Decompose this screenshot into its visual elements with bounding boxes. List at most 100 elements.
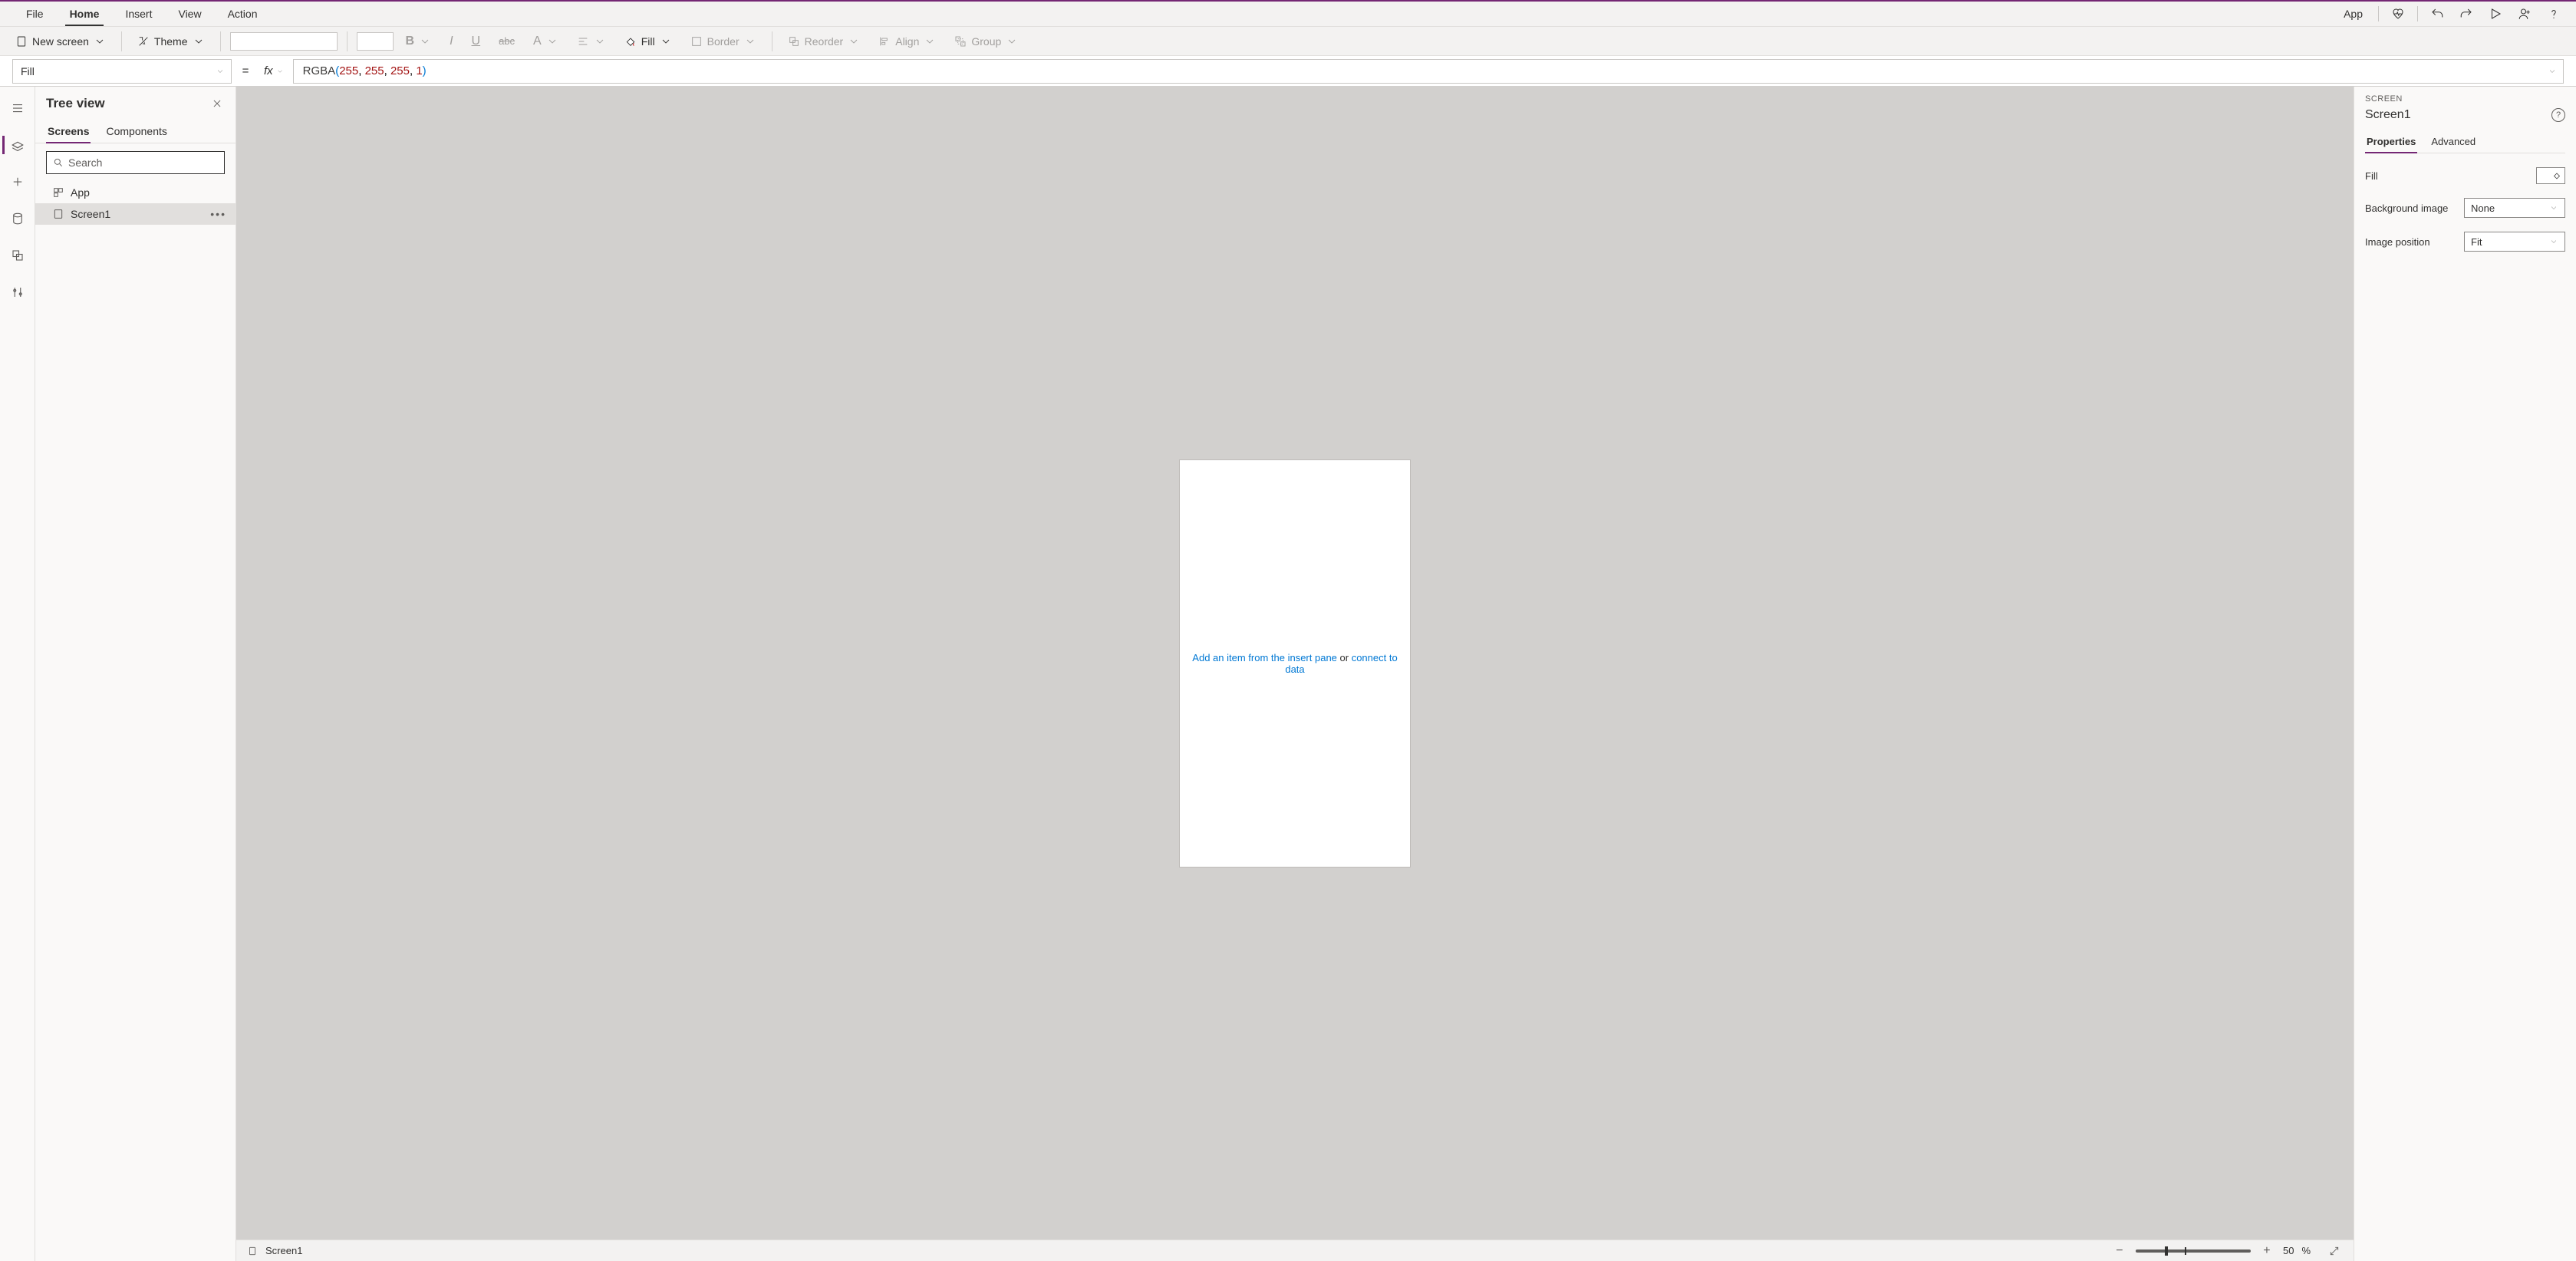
screen-canvas[interactable]: Add an item from the insert pane or conn… — [1180, 460, 1410, 867]
search-input[interactable]: Search — [46, 151, 225, 174]
prop-img-pos-label: Image position — [2365, 236, 2430, 248]
strikethrough-button[interactable]: abc — [492, 30, 521, 53]
chevron-down-icon — [924, 35, 936, 48]
bg-image-select[interactable]: None — [2464, 198, 2565, 218]
reorder-label: Reorder — [805, 35, 844, 48]
screen-name-title: Screen1 — [2365, 108, 2411, 122]
bg-image-value: None — [2471, 202, 2495, 214]
help-icon[interactable]: ? — [2551, 108, 2565, 122]
theme-button[interactable]: a Theme — [131, 30, 211, 53]
undo-icon[interactable] — [2424, 2, 2450, 25]
tree-item-screen1[interactable]: Screen1 ••• — [35, 203, 236, 225]
fx-button[interactable]: fx — [259, 64, 293, 77]
align-button[interactable]: Align — [872, 30, 942, 53]
menu-home[interactable]: Home — [65, 3, 104, 26]
data-rail-icon[interactable] — [2, 203, 33, 234]
search-icon — [53, 157, 64, 168]
tab-screens[interactable]: Screens — [46, 120, 91, 143]
svg-text:a: a — [143, 41, 146, 46]
chevron-down-icon — [193, 35, 205, 48]
search-placeholder: Search — [68, 156, 102, 169]
prop-fill-label: Fill — [2365, 170, 2378, 182]
text-align-button[interactable] — [571, 30, 612, 53]
zoom-percent: % — [2301, 1245, 2311, 1256]
zoom-out-button[interactable]: − — [2111, 1243, 2128, 1259]
menu-insert[interactable]: Insert — [120, 3, 156, 25]
chevron-down-icon — [2549, 203, 2558, 212]
chevron-down-icon — [1006, 35, 1018, 48]
menu-view[interactable]: View — [173, 3, 206, 25]
bold-button[interactable]: B — [400, 30, 438, 53]
menu-file[interactable]: File — [21, 3, 48, 25]
chevron-down-icon — [94, 35, 106, 48]
tree-item-label: Screen1 — [71, 208, 110, 220]
health-check-icon[interactable] — [2385, 2, 2411, 25]
group-button[interactable]: Group — [948, 30, 1024, 53]
tab-properties[interactable]: Properties — [2365, 131, 2417, 153]
advanced-tools-icon[interactable] — [2, 277, 33, 308]
fill-color-label: Fill — [641, 35, 655, 48]
share-icon[interactable] — [2512, 2, 2538, 25]
hint-mid: or — [1337, 652, 1352, 663]
screen-icon — [247, 1246, 258, 1256]
tree-view-icon[interactable] — [2, 130, 33, 160]
chevron-down-icon — [419, 35, 431, 48]
zoom-slider[interactable] — [2136, 1249, 2251, 1253]
insert-pane-link[interactable]: Add an item from the insert pane — [1192, 652, 1337, 663]
reorder-button[interactable]: Reorder — [782, 30, 867, 53]
image-position-value: Fit — [2471, 236, 2482, 248]
formula-input[interactable]: RGBA(255, 255, 255, 1) — [293, 59, 2564, 84]
fill-color-swatch[interactable] — [2536, 167, 2565, 184]
property-selector[interactable]: Fill — [12, 59, 232, 84]
canvas-status-bar: Screen1 − + 50 % — [236, 1240, 2354, 1261]
chevron-down-icon — [594, 35, 606, 48]
font-size-box[interactable] — [357, 32, 394, 51]
close-icon[interactable] — [208, 94, 226, 113]
fx-label: fx — [264, 64, 273, 77]
new-screen-label: New screen — [32, 35, 89, 48]
ribbon: New screen a Theme B I U abc A Fill Bord… — [0, 27, 2576, 56]
hamburger-icon[interactable] — [2, 93, 33, 123]
italic-button[interactable]: I — [443, 30, 459, 53]
tree-item-app[interactable]: App — [35, 182, 236, 203]
new-screen-button[interactable]: New screen — [9, 30, 112, 53]
formula-function: RGBA — [303, 64, 336, 77]
properties-pane: SCREEN Screen1 ? Properties Advanced Fil… — [2354, 87, 2576, 1261]
font-color-button[interactable]: A — [527, 30, 565, 53]
chevron-down-icon — [2549, 237, 2558, 246]
font-picker-box[interactable] — [230, 32, 338, 51]
more-options-icon[interactable]: ••• — [210, 208, 226, 220]
section-label: SCREEN — [2365, 94, 2565, 104]
play-preview-icon[interactable] — [2482, 2, 2508, 25]
status-screen-name: Screen1 — [265, 1245, 302, 1256]
paint-icon — [2552, 171, 2561, 180]
redo-icon[interactable] — [2453, 2, 2479, 25]
underline-button[interactable]: U — [466, 30, 487, 53]
tab-components[interactable]: Components — [104, 120, 168, 143]
formula-bar: Fill = fx RGBA(255, 255, 255, 1) — [0, 56, 2576, 87]
chevron-down-icon — [276, 67, 284, 75]
chevron-down-icon — [744, 35, 756, 48]
theme-label: Theme — [154, 35, 188, 48]
prop-bg-image-label: Background image — [2365, 202, 2448, 214]
tab-advanced[interactable]: Advanced — [2429, 131, 2477, 153]
zoom-in-button[interactable]: + — [2258, 1243, 2275, 1259]
tree-view-panel: Tree view Screens Components Search App … — [35, 87, 236, 1261]
app-icon — [52, 186, 64, 199]
border-button[interactable]: Border — [684, 30, 763, 53]
insert-rail-icon[interactable] — [2, 166, 33, 197]
chevron-down-icon — [848, 35, 860, 48]
border-label: Border — [707, 35, 740, 48]
fill-color-button[interactable]: Fill — [618, 30, 678, 53]
equals-label: = — [232, 64, 259, 77]
zoom-value: 50 — [2283, 1245, 2294, 1256]
chevron-down-icon — [660, 35, 672, 48]
tree-view-title: Tree view — [46, 96, 105, 111]
image-position-select[interactable]: Fit — [2464, 232, 2565, 252]
chevron-down-icon[interactable] — [2548, 67, 2557, 76]
menu-action[interactable]: Action — [223, 3, 262, 25]
app-label[interactable]: App — [2334, 8, 2372, 20]
help-icon[interactable] — [2541, 2, 2567, 25]
media-rail-icon[interactable] — [2, 240, 33, 271]
fit-to-window-icon[interactable] — [2326, 1243, 2343, 1259]
